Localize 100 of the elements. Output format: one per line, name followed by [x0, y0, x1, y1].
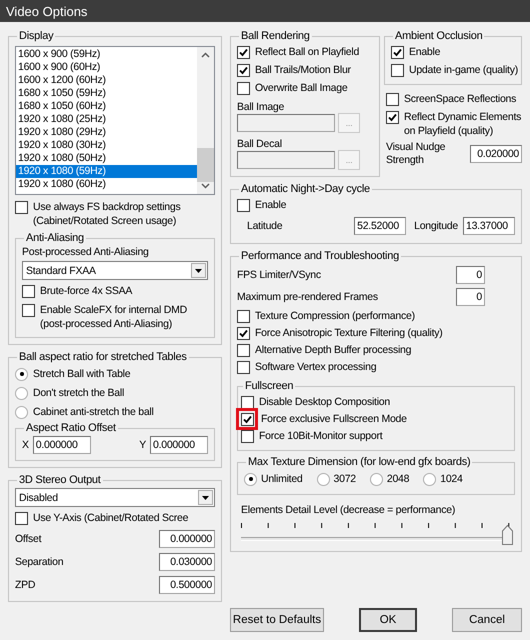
list-item[interactable]: 1920 x 1080 (60Hz) [16, 178, 197, 191]
checkbox[interactable] [237, 360, 250, 374]
radio-button[interactable] [15, 368, 28, 380]
field-label: Longitude [414, 220, 458, 232]
field-label: Ball Image [237, 101, 286, 113]
field-label: Latitude [247, 220, 282, 232]
window-title: Video Options [6, 4, 88, 18]
checkbox[interactable] [237, 326, 250, 340]
list-item[interactable]: 1920 x 1080 (29Hz) [16, 126, 197, 139]
list-item[interactable]: 1920 x 1080 (30Hz) [16, 139, 197, 152]
scroll-up-icon[interactable] [201, 52, 210, 58]
checkbox-label: Reflect Ball on Playfield [255, 46, 360, 58]
radio-button[interactable] [423, 472, 436, 486]
checkbox[interactable] [391, 46, 404, 58]
list-item[interactable]: 1600 x 1200 (60Hz) [16, 74, 197, 87]
radio-label: 2048 [386, 473, 410, 485]
checkbox-label: Texture Compression (performance) [255, 310, 415, 322]
list-item[interactable]: 1920 x 1080 (59Hz) [16, 165, 197, 178]
checkbox[interactable] [241, 430, 254, 442]
checkbox-label: Enable [409, 46, 440, 58]
field-label: Offset [15, 533, 42, 545]
field-label: Visual Nudge Strength [386, 141, 446, 167]
checkbox[interactable] [237, 310, 250, 322]
list-item[interactable]: 1920 x 1080 (50Hz) [16, 152, 197, 165]
checkbox-note: (post-processed Anti-Aliasing) [39, 318, 173, 331]
text-field[interactable]: 0 [456, 266, 485, 284]
checkbox-label: Reflect Dynamic Elements [404, 111, 522, 123]
radio-button[interactable] [370, 472, 383, 486]
checkbox-label: Force Anisotropic Texture Filtering (quality) [255, 327, 443, 339]
checkbox-label: Ball Trails/Motion Blur [255, 64, 351, 76]
checkbox-label: ScreenSpace Reflections [404, 93, 516, 105]
field-label: ZPD [15, 579, 36, 591]
checkbox[interactable] [391, 64, 404, 76]
text-field[interactable]: 0.500000 [159, 576, 215, 594]
checkbox-label: Disable Desktop Composition [259, 396, 390, 408]
checkbox[interactable] [22, 284, 35, 298]
scroll-thumb[interactable] [197, 148, 214, 182]
dialog-button[interactable]: Reset to Defaults [230, 608, 324, 632]
radio-label: Unlimited [261, 473, 303, 485]
checkbox[interactable] [15, 512, 28, 524]
list-item[interactable]: 1920 x 1080 (25Hz) [16, 113, 197, 126]
checkbox-label: Enable ScaleFX for internal DMD [40, 304, 187, 316]
group-title: Aspect Ratio Offset [25, 422, 117, 434]
checkbox[interactable] [237, 64, 250, 76]
text-field[interactable]: 0.000000 [150, 436, 208, 454]
group-title: Fullscreen [244, 380, 294, 392]
checkbox-label: Overwrite Ball Image [255, 82, 348, 94]
list-item[interactable]: 1600 x 900 (60Hz) [16, 61, 197, 74]
checkbox-label: Brute-force 4x SSAA [40, 285, 132, 297]
radio-label: Don't stretch the Ball [33, 387, 124, 399]
slider-label: Elements Detail Level (decrease = performance) [240, 504, 456, 516]
checkbox-note: (Cabinet/Rotated Screen usage) [32, 215, 178, 228]
field-label: X [22, 439, 29, 451]
checkbox[interactable] [386, 110, 399, 124]
resolution-list[interactable] [15, 46, 215, 195]
list-item[interactable]: 1680 x 1050 (59Hz) [16, 87, 197, 100]
dialog-button[interactable]: Cancel [452, 608, 522, 632]
group-title: Anti-Aliasing [25, 232, 85, 244]
checkbox-label: Enable [255, 199, 286, 211]
checkbox[interactable] [237, 198, 250, 212]
radio-button[interactable] [244, 472, 257, 486]
checkbox[interactable] [237, 344, 250, 356]
checkbox-label: Use always FS backdrop settings [33, 201, 180, 213]
text-field[interactable]: 0.000000 [32, 436, 91, 454]
dropdown[interactable]: Disabled [15, 488, 215, 507]
field-label: FPS Limiter/VSync [237, 268, 321, 280]
checkbox-label: Update in-game (quality) [409, 64, 518, 76]
text-field[interactable]: 0.000000 [159, 530, 215, 548]
text-field[interactable] [237, 151, 335, 169]
text-field[interactable]: 0 [456, 288, 485, 306]
dropdown[interactable]: Standard FXAA [22, 261, 208, 280]
field-label: Y [139, 439, 146, 451]
checkbox[interactable] [386, 92, 399, 106]
group-title: 3D Stereo Output [18, 474, 102, 486]
group-title: Performance and Troubleshooting [240, 250, 400, 262]
text-field[interactable]: 52.52000 [354, 217, 406, 235]
group-title: Ball aspect ratio for stretched Tables [18, 351, 188, 363]
text-field[interactable]: 0.030000 [159, 553, 215, 571]
dialog-button[interactable]: OK [359, 608, 417, 632]
radio-button[interactable] [15, 406, 28, 418]
list-item[interactable]: 1680 x 1050 (60Hz) [16, 100, 197, 113]
slider-thumb[interactable] [502, 525, 513, 545]
checkbox[interactable] [237, 82, 250, 94]
checkbox[interactable] [241, 396, 254, 408]
checkbox-label: Alternative Depth Buffer processing [255, 344, 412, 356]
radio-button[interactable] [15, 386, 28, 400]
checkbox[interactable] [22, 304, 35, 316]
text-field[interactable]: 0.020000 [470, 145, 522, 163]
radio-label: 1024 [440, 473, 463, 485]
list-item[interactable]: 1600 x 900 (59Hz) [16, 48, 197, 61]
caret-icon [202, 496, 209, 500]
checkbox-label: Software Vertex processing [255, 361, 376, 373]
text-field[interactable] [237, 114, 335, 132]
checkbox[interactable] [241, 412, 254, 426]
checkbox[interactable] [237, 46, 250, 58]
radio-button[interactable] [316, 472, 330, 486]
text-field[interactable]: 13.37000 [463, 217, 515, 235]
checkbox[interactable] [15, 200, 28, 214]
caret-icon [195, 268, 202, 272]
scroll-down-icon[interactable] [201, 183, 210, 189]
